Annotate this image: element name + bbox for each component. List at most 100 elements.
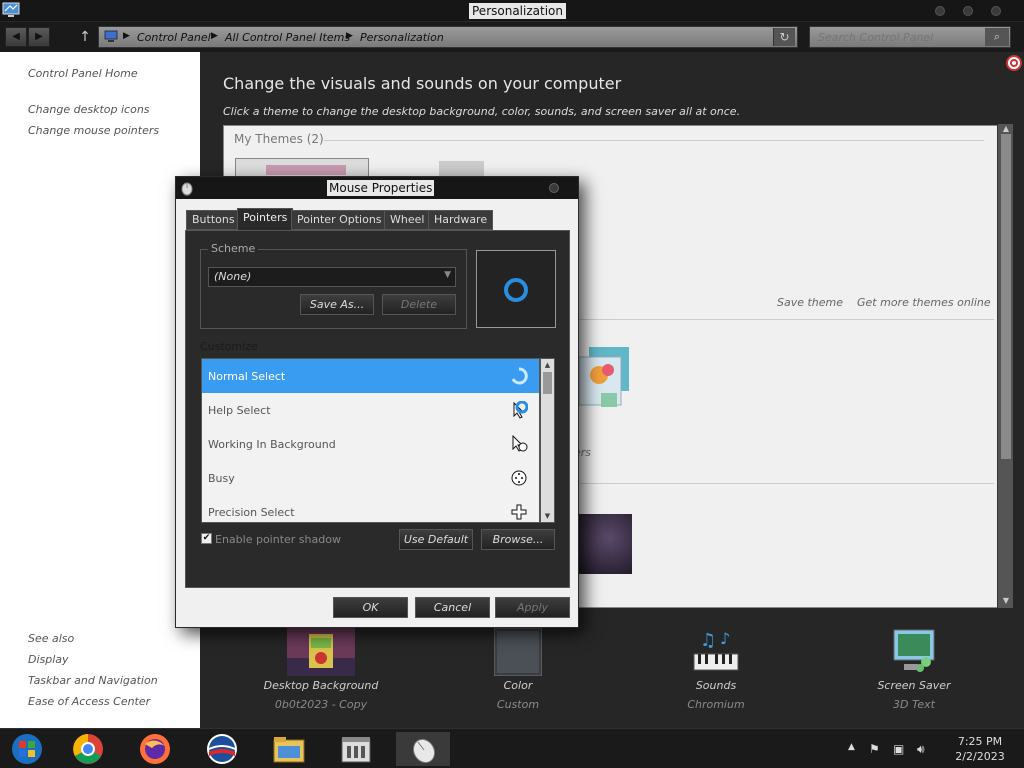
up-button[interactable]: ↑	[77, 28, 93, 46]
volume-icon[interactable]: 🔊︎	[917, 742, 925, 757]
desktop-background-item[interactable]: Desktop Background 0b0t2023 - Copy	[246, 628, 396, 711]
list-item[interactable]: Help Select	[202, 393, 539, 427]
cursor-list[interactable]: Normal Select Help Select Working In Bac…	[201, 358, 540, 523]
save-theme-link[interactable]: Save theme	[777, 296, 843, 309]
firefox-icon	[140, 734, 170, 764]
help-pointer-icon	[513, 401, 528, 419]
taskbar: ▲ ⚑ ▣ 🔊︎ 7:25 PM 2/2/2023	[0, 728, 1024, 768]
refresh-button[interactable]: ↻	[773, 28, 795, 46]
list-item[interactable]: Precision Select	[202, 495, 539, 522]
display-link[interactable]: Display	[28, 653, 69, 666]
get-more-themes-link[interactable]: Get more themes online	[857, 296, 991, 309]
scroll-down-icon[interactable]: ▼	[1001, 596, 1011, 606]
chrome-app[interactable]	[61, 732, 115, 766]
busy-ring-icon	[504, 278, 528, 302]
firefox-app[interactable]	[128, 732, 182, 766]
list-item[interactable]: Busy	[202, 461, 539, 495]
obama-app[interactable]	[195, 732, 249, 766]
change-mouse-pointers-link[interactable]: Change mouse pointers	[28, 124, 159, 137]
breadcrumb-separator-icon: ▶	[123, 31, 130, 41]
close-button[interactable]	[991, 6, 1001, 16]
list-item[interactable]: Normal Select	[202, 359, 539, 393]
forward-arrow-icon: ▶	[35, 31, 43, 42]
mouse-icon	[181, 182, 193, 196]
maximize-button[interactable]	[963, 6, 973, 16]
scheme-value: (None)	[214, 270, 252, 283]
ease-of-access-link[interactable]: Ease of Access Center	[28, 695, 150, 708]
main-scrollbar[interactable]: ▲ ▼	[997, 124, 1013, 608]
scroll-down-icon[interactable]: ▼	[542, 511, 553, 521]
theme-thumbnail[interactable]	[235, 158, 369, 178]
scrollbar-thumb[interactable]	[1001, 134, 1011, 459]
breadcrumb-control-panel[interactable]: Control Panel	[137, 31, 211, 44]
store-icon	[341, 737, 371, 763]
forward-button[interactable]: ▶	[28, 27, 50, 47]
flowers-theme-thumbnail[interactable]	[575, 343, 631, 419]
address-bar[interactable]: ▶ Control Panel ▶ All Control Panel Item…	[98, 26, 798, 48]
chrome-icon	[73, 734, 103, 764]
scroll-up-icon[interactable]: ▲	[1001, 124, 1011, 134]
screen-saver-icon	[893, 629, 935, 672]
pointer-shadow-checkbox[interactable]: ✔	[201, 533, 212, 544]
cursor-name: Working In Background	[208, 438, 336, 451]
browse-button[interactable]: Browse...	[481, 529, 555, 550]
theme-thumbnail[interactable]	[574, 514, 632, 574]
tab-hardware[interactable]: Hardware	[428, 210, 494, 230]
flag-icon[interactable]: ⚑	[869, 742, 880, 756]
checkmark-icon: ✔	[202, 533, 211, 543]
tab-buttons[interactable]: Buttons	[186, 210, 241, 230]
color-label: Color	[503, 679, 533, 692]
show-hidden-icons-icon[interactable]: ▲	[848, 742, 855, 752]
cancel-button[interactable]: Cancel	[415, 597, 490, 618]
search-input[interactable]	[810, 27, 984, 47]
sounds-value: Chromium	[687, 698, 745, 711]
screen-saver-item[interactable]: Screen Saver 3D Text	[839, 628, 989, 711]
mouse-icon	[412, 738, 436, 764]
delete-button[interactable]: Delete	[382, 294, 456, 315]
breadcrumb-personalization[interactable]: Personalization	[360, 31, 444, 44]
color-item[interactable]: Color Custom	[443, 627, 593, 711]
scroll-up-icon[interactable]: ▲	[542, 360, 553, 370]
svg-text:♫: ♫	[700, 630, 716, 651]
tab-pointers[interactable]: Pointers	[237, 208, 294, 231]
clock-date: 2/2/2023	[955, 750, 1005, 763]
help-icon[interactable]	[1006, 55, 1022, 71]
left-pane: Control Panel Home Change desktop icons …	[0, 52, 200, 728]
file-explorer-app[interactable]	[262, 732, 316, 766]
ok-button[interactable]: OK	[333, 597, 408, 618]
system-clock[interactable]: 7:25 PM 2/2/2023	[940, 734, 1020, 764]
working-ring-icon	[511, 367, 528, 385]
dialog-close-button[interactable]	[549, 183, 559, 193]
breadcrumb-all-items[interactable]: All Control Panel Items	[225, 31, 350, 44]
use-default-button[interactable]: Use Default	[399, 529, 473, 550]
start-button[interactable]	[0, 732, 54, 766]
network-icon[interactable]: ▣	[893, 742, 904, 756]
minimize-button[interactable]	[935, 6, 945, 16]
control-panel-icon	[104, 30, 118, 42]
cursor-name: Help Select	[208, 404, 271, 417]
tab-wheel[interactable]: Wheel	[384, 210, 431, 230]
back-button[interactable]: ◀	[5, 27, 27, 47]
sounds-item[interactable]: ♫ ♪ Sounds Chromium	[641, 628, 791, 711]
taskbar-navigation-link[interactable]: Taskbar and Navigation	[28, 674, 158, 687]
store-app[interactable]	[329, 732, 383, 766]
list-item[interactable]: Working In Background	[202, 427, 539, 461]
apply-button[interactable]: Apply	[495, 597, 570, 618]
tab-pointer-options[interactable]: Pointer Options	[291, 210, 388, 230]
svg-text:♪: ♪	[720, 629, 730, 648]
color-value: Custom	[496, 698, 540, 711]
color-swatch-icon	[493, 627, 543, 677]
my-themes-header: My Themes (2)	[234, 132, 324, 146]
personalization-icon	[2, 2, 20, 17]
save-as-button[interactable]: Save As...	[300, 294, 374, 315]
change-desktop-icons-link[interactable]: Change desktop icons	[28, 103, 150, 116]
scheme-dropdown[interactable]: (None) ▼	[208, 267, 456, 287]
desktop-background-label: Desktop Background	[263, 679, 379, 692]
search-button[interactable]: ⌕	[985, 28, 1009, 46]
control-panel-home-link[interactable]: Control Panel Home	[28, 67, 138, 80]
mouse-properties-app[interactable]	[396, 732, 450, 766]
window-titlebar: Personalization	[0, 0, 1024, 22]
scrollbar-thumb[interactable]	[543, 372, 552, 394]
cursor-list-scrollbar[interactable]: ▲ ▼	[540, 358, 555, 523]
mouse-properties-dialog: Mouse Properties Buttons Pointers Pointe…	[175, 176, 579, 628]
